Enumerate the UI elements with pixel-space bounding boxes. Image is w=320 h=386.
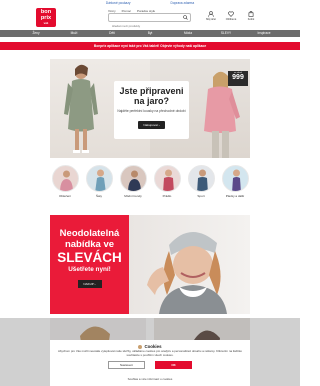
cookie-icon [138,344,143,349]
header: bon prix váš Vzory Pomoc Poradce stylu M… [0,6,300,30]
cart-icon [248,11,254,17]
sale-line2: nabídka ve [64,239,115,250]
category-label: Prádlo [162,194,172,198]
cookie-text: Abychom pro Vás mohli neustále vylepšova… [57,349,243,357]
wishlist-button[interactable]: Oblíbené [224,11,238,21]
hero-card: Jste připraveni na jaro? Najděte perfekt… [114,81,189,139]
sale-image [129,215,250,314]
shop-now-label: Nakupovat [143,123,158,128]
sale-heading: Neodolatelná nabídka ve SLEVÁCH [50,228,129,265]
nav-item-men[interactable]: Muži [55,30,93,37]
cookie-accept-button[interactable]: OK [155,361,192,369]
price-tag-value: 999 [232,74,244,81]
model-beanie-illustration [147,231,227,314]
account-button[interactable]: Můj účet [204,11,218,21]
search-box [108,13,191,30]
category-image [153,165,181,192]
category-row: Oblečení Šaty Módní trendy Prádlo Sport [50,165,250,205]
nav-item-inspiration[interactable]: Inspirace [245,30,283,37]
heart-icon [228,11,234,17]
hero-banner-sale[interactable]: Neodolatelná nabídka ve SLEVÁCH Ušetřete… [50,215,250,314]
hero-title: Jste připraveni na jaro? [119,86,184,106]
sale-shop-label: NAKUP [83,282,94,286]
category-image [187,165,215,192]
category-image [221,165,249,192]
category-label: Sport [197,194,205,198]
hero-banner-spring[interactable]: Jste připraveni na jaro? Najděte perfekt… [50,59,250,158]
category-item[interactable]: Oblečení [50,165,80,205]
cookie-info-link[interactable]: Souhlas a více informací o cookies [50,377,250,381]
category-item[interactable]: Šaty [84,165,114,205]
account-icon [208,11,214,17]
category-item[interactable]: Sport [186,165,216,205]
nav-item-kids[interactable]: Děti [93,30,131,37]
nav-item-sale[interactable]: SLEVY [207,30,245,37]
sale-shop-button[interactable]: NAKUP › [77,280,102,288]
cart-button[interactable]: Košík [244,11,258,21]
category-label: Šaty [95,194,102,198]
sale-text-panel: Neodolatelná nabídka ve SLEVÁCH Ušetřete… [50,215,129,314]
category-image [85,165,113,192]
sale-line1: Neodolatelná [59,228,120,239]
cookie-settings-button[interactable]: Nastavení [108,361,145,369]
category-label: Módní trendy [124,194,142,198]
nav-item-home[interactable]: Byt [131,30,169,37]
category-image [51,165,79,192]
category-item[interactable]: Prádlo [152,165,182,205]
sale-big-word: SLEVÁCH [57,250,122,265]
price-tag-badge: ve slevě 999 [228,71,248,86]
page: Dárkové poukazy Doprava zdarma bon prix … [0,0,300,386]
search-input[interactable] [109,22,179,30]
category-label: Oblečení [58,194,71,198]
account-label: Můj účet [206,18,216,21]
main-nav: Ženy Muži Děti Byt Móda SLEVY Inspirace [0,30,300,37]
sale-subtitle: Ušetřete nyní! [68,266,111,273]
category-item[interactable]: Plavky a další [220,165,250,205]
logo[interactable]: bon prix váš [36,8,56,27]
search-icon[interactable] [183,15,188,20]
category-item[interactable]: Módní trendy [118,165,148,205]
cookie-dialog: Cookies Abychom pro Vás mohli neustále v… [50,340,250,386]
hero-text: Najděte perfektní kousky na přechodné ob… [117,109,186,113]
cart-label: Košík [247,18,255,21]
nav-item-women[interactable]: Ženy [17,30,55,37]
logo-line3: váš [43,21,49,26]
wishlist-label: Oblíbené [225,18,237,21]
header-icons: Můj účet Oblíbené Košík [204,11,258,21]
shop-now-button[interactable]: Nakupovat › [138,121,165,130]
promo-banner[interactable]: Bonprix aplikace nyní také pro Váš table… [0,42,300,50]
category-image [119,165,147,192]
category-label: Plavky a další [225,194,245,198]
nav-item-fashion[interactable]: Móda [169,30,207,37]
